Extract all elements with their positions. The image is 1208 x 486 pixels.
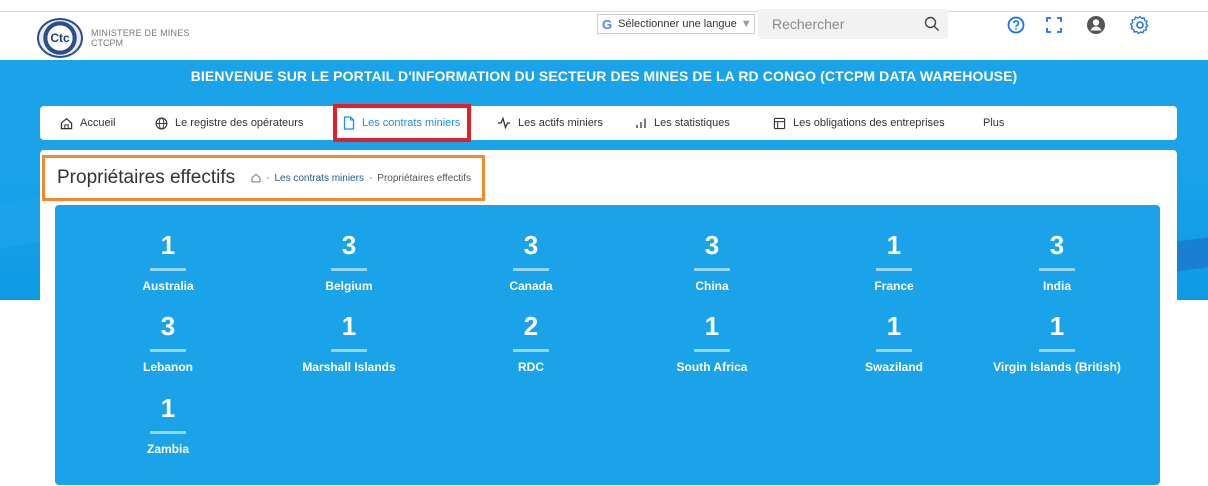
chevron-down-icon: ▼ (740, 18, 752, 30)
stat-country: Zambia (146, 442, 189, 456)
nav-item-label: Les statistiques (654, 117, 730, 129)
nav-item-actifs-miniers[interactable]: Les actifs miniers (497, 106, 603, 140)
settings-gear-icon[interactable] (1129, 14, 1151, 36)
logo-text: Ctc (50, 31, 70, 45)
stat-card: 3 Lebanon (76, 311, 260, 374)
home-icon[interactable] (251, 173, 261, 183)
stat-value: 1 (886, 230, 902, 260)
org-name-line2: CTCPM (91, 38, 123, 48)
nav-item-label: Le registre des opérateurs (175, 117, 304, 129)
stat-card: 1 Australia (76, 230, 260, 293)
bar-chart-icon (636, 118, 646, 128)
stat-value: 1 (704, 311, 720, 341)
stat-value: 3 (704, 230, 720, 260)
decorative-shape-left (0, 196, 40, 249)
stat-divider (150, 349, 186, 352)
breadcrumb-separator: - (368, 172, 373, 184)
stat-card: 1 Zambia (76, 393, 260, 456)
stat-divider (331, 349, 367, 352)
stat-card: 2 RDC (439, 311, 623, 374)
stat-value: 3 (341, 230, 357, 260)
stat-divider (513, 268, 549, 271)
stat-divider (331, 268, 367, 271)
nav-item-registre-operateurs[interactable]: Le registre des opérateurs (155, 106, 303, 140)
stat-value: 1 (160, 393, 176, 423)
help-icon[interactable] (1005, 14, 1027, 36)
stat-divider (876, 349, 912, 352)
nav-item-plus[interactable]: Plus (983, 106, 1004, 140)
stat-value: 1 (886, 311, 902, 341)
stat-value: 3 (160, 311, 176, 341)
nav-item-obligations-entreprises[interactable]: Les obligations des entreprises (773, 106, 945, 140)
stat-divider (694, 349, 730, 352)
stat-country: RDC (518, 360, 544, 374)
stat-value: 2 (523, 311, 539, 341)
stat-country: Canada (509, 279, 553, 293)
welcome-banner: BIENVENUE SUR LE PORTAIL D'INFORMATION D… (190, 68, 1018, 84)
search-icon[interactable] (924, 16, 940, 32)
stat-card: 1 Virgin Islands (British) (965, 311, 1149, 374)
activity-icon (498, 117, 510, 129)
organization-name: MINISTERE DE MINES CTCPM (91, 28, 190, 48)
stat-country: Australia (142, 279, 194, 293)
breadcrumb-separator: - (266, 172, 270, 184)
nav-item-label: Accueil (80, 117, 116, 129)
stat-value: 3 (1049, 230, 1065, 260)
top-divider (0, 0, 1208, 12)
stat-country: Lebanon (143, 360, 193, 374)
nav-item-label: Les obligations des entreprises (793, 117, 945, 129)
layout-icon (773, 117, 786, 129)
stat-card: 1 France (802, 230, 986, 293)
stat-value: 3 (523, 230, 539, 260)
page-header-highlight: Propriétaires effectifs - Les contrats m… (42, 155, 485, 201)
breadcrumb-current: Propriétaires effectifs (377, 172, 472, 184)
stat-card: 1 Swaziland (802, 311, 986, 374)
stat-divider (1039, 268, 1075, 271)
nav-item-label: Plus (983, 117, 1005, 129)
stat-divider (150, 268, 186, 271)
stat-divider (513, 349, 549, 352)
globe-icon (155, 117, 168, 129)
home-icon (60, 117, 73, 129)
highlight-box-contrats (333, 104, 471, 142)
breadcrumb: - Les contrats miniers - Propriétaires e… (251, 173, 471, 184)
stat-country: Marshall Islands (302, 360, 396, 374)
stat-country: Virgin Islands (British) (993, 360, 1121, 374)
language-selector-label: Sélectionner une langue (618, 18, 737, 30)
stat-divider (150, 431, 186, 434)
stat-card: 3 China (620, 230, 804, 293)
google-icon: G (602, 16, 613, 32)
user-avatar-icon[interactable] (1085, 14, 1107, 36)
breadcrumb-link-contrats[interactable]: Les contrats miniers (274, 173, 363, 184)
stat-country: India (1042, 279, 1071, 293)
stat-card: 3 Belgium (257, 230, 441, 293)
stat-country: Swaziland (864, 360, 923, 374)
stat-value: 1 (341, 311, 357, 341)
stats-panel: 1 Australia 3 Belgium 3 Canada 3 China 1… (55, 205, 1160, 485)
main-navigation: Accueil Le registre des opérateurs Les c… (40, 106, 1177, 140)
nav-item-label: Les actifs miniers (518, 117, 603, 129)
stat-value: 1 (160, 230, 176, 260)
stat-divider (694, 268, 730, 271)
search-box (758, 9, 948, 39)
ctcpm-logo[interactable]: Ctc (37, 18, 83, 58)
stat-value: 1 (1049, 311, 1065, 341)
stat-country: France (874, 279, 914, 293)
stat-card: 3 Canada (439, 230, 623, 293)
page-title: Propriétaires effectifs (57, 167, 236, 188)
fullscreen-icon[interactable] (1043, 14, 1065, 36)
nav-item-statistiques[interactable]: Les statistiques (635, 106, 730, 140)
stat-country: South Africa (676, 360, 748, 374)
stat-card: 1 Marshall Islands (257, 311, 441, 374)
language-selector[interactable]: G Sélectionner une langue ▼ (597, 14, 755, 34)
stat-divider (876, 268, 912, 271)
org-name-line1: MINISTERE DE MINES (91, 28, 190, 38)
nav-item-accueil[interactable]: Accueil (60, 106, 115, 140)
stat-divider (1039, 349, 1075, 352)
stat-country: Belgium (325, 279, 373, 293)
stat-card: 1 South Africa (620, 311, 804, 374)
search-input[interactable] (772, 16, 922, 32)
stat-country: China (695, 279, 729, 293)
stat-card: 3 India (965, 230, 1149, 293)
